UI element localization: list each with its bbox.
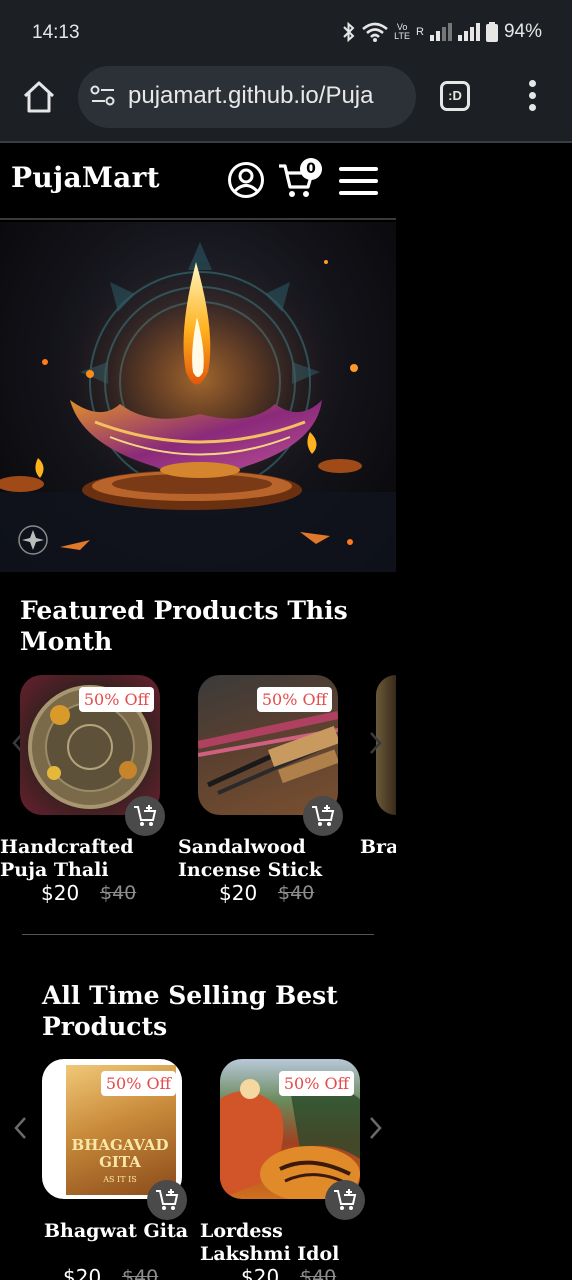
book-cover-title: BHAGAVAD GITA — [71, 1136, 169, 1171]
hamburger-menu-icon[interactable] — [339, 167, 379, 195]
browser-toolbar: pujamart.github.io/Puja :D — [0, 66, 572, 142]
battery-icon — [485, 22, 498, 42]
user-account-icon[interactable] — [227, 161, 265, 199]
product-name[interactable]: Bhagwat Gita — [44, 1220, 214, 1243]
bestsellers-section-title: All Time Selling Best Products — [42, 981, 338, 1041]
add-cart-icon — [134, 805, 157, 826]
status-time: 14:13 — [32, 22, 80, 43]
roaming-indicator: R — [416, 26, 424, 38]
home-button[interactable] — [20, 78, 58, 116]
bestsellers-prev-chevron-icon[interactable] — [12, 1115, 28, 1141]
discount-badge: 50% Off — [278, 1071, 354, 1096]
add-cart-icon — [334, 1189, 357, 1210]
signal-strong-icon — [457, 23, 480, 41]
product-price: $20 — [219, 881, 258, 905]
product-image-incense-stick[interactable]: 50% Off — [198, 675, 338, 815]
diya-illustration — [0, 242, 396, 572]
product-price: $20 — [41, 881, 80, 905]
product-image-lakshmi-idol[interactable]: 50% Off — [220, 1059, 360, 1199]
add-to-cart-button[interactable] — [303, 796, 343, 836]
discount-badge: 50% Off — [78, 687, 154, 712]
product-old-price: $40 — [300, 1266, 337, 1280]
discount-badge: 50% Off — [256, 687, 332, 712]
brand-logo[interactable]: PujaMart — [11, 161, 160, 194]
product-old-price: $40 — [122, 1266, 159, 1280]
url-text[interactable]: pujamart.github.io/Puja — [128, 82, 408, 110]
status-icons: Vo LTE R 94% — [342, 21, 542, 43]
site-settings-icon[interactable] — [90, 85, 116, 107]
product-old-price: $40 — [100, 882, 137, 904]
product-image-puja-thali[interactable]: 50% Off — [20, 675, 160, 815]
add-to-cart-button[interactable] — [147, 1180, 187, 1220]
product-name[interactable]: Bra — [360, 836, 396, 859]
product-old-price: $40 — [278, 882, 315, 904]
site-header: PujaMart 0 — [0, 143, 396, 220]
featured-next-chevron-icon[interactable] — [368, 730, 384, 756]
product-price: $20 — [241, 1265, 280, 1280]
bluetooth-icon — [343, 22, 355, 42]
product-name[interactable]: Lordess Lakshmi Idol — [200, 1220, 380, 1266]
add-cart-icon — [312, 805, 335, 826]
add-cart-icon — [156, 1189, 179, 1210]
featured-section-title: Featured Products This Month — [20, 596, 348, 656]
add-to-cart-button[interactable] — [325, 1180, 365, 1220]
cart-count-badge: 0 — [300, 158, 322, 180]
more-options-button[interactable] — [522, 80, 542, 114]
product-price: $20 — [63, 1265, 102, 1280]
bestsellers-next-chevron-icon[interactable] — [368, 1115, 384, 1141]
section-divider — [22, 934, 374, 935]
product-image-bhagwat-gita[interactable]: BHAGAVAD GITA AS IT IS 50% Off — [42, 1059, 182, 1199]
address-bar[interactable]: pujamart.github.io/Puja — [78, 66, 416, 128]
signal-weak-icon — [429, 23, 452, 41]
hero-banner-image — [0, 222, 396, 572]
product-name[interactable]: Handcrafted Puja Thali — [0, 836, 170, 882]
wifi-icon — [362, 22, 389, 42]
product-name[interactable]: Sandalwood Incense Stick — [178, 836, 348, 882]
volte-icon: Vo LTE — [394, 22, 411, 41]
status-bar: 14:13 Vo LTE R 94% — [0, 0, 572, 66]
home-icon — [23, 81, 55, 113]
add-to-cart-button[interactable] — [125, 796, 165, 836]
discount-badge: 50% Off — [100, 1071, 176, 1096]
tab-switcher-button[interactable]: :D — [440, 81, 470, 111]
battery-percent: 94% — [503, 21, 542, 42]
